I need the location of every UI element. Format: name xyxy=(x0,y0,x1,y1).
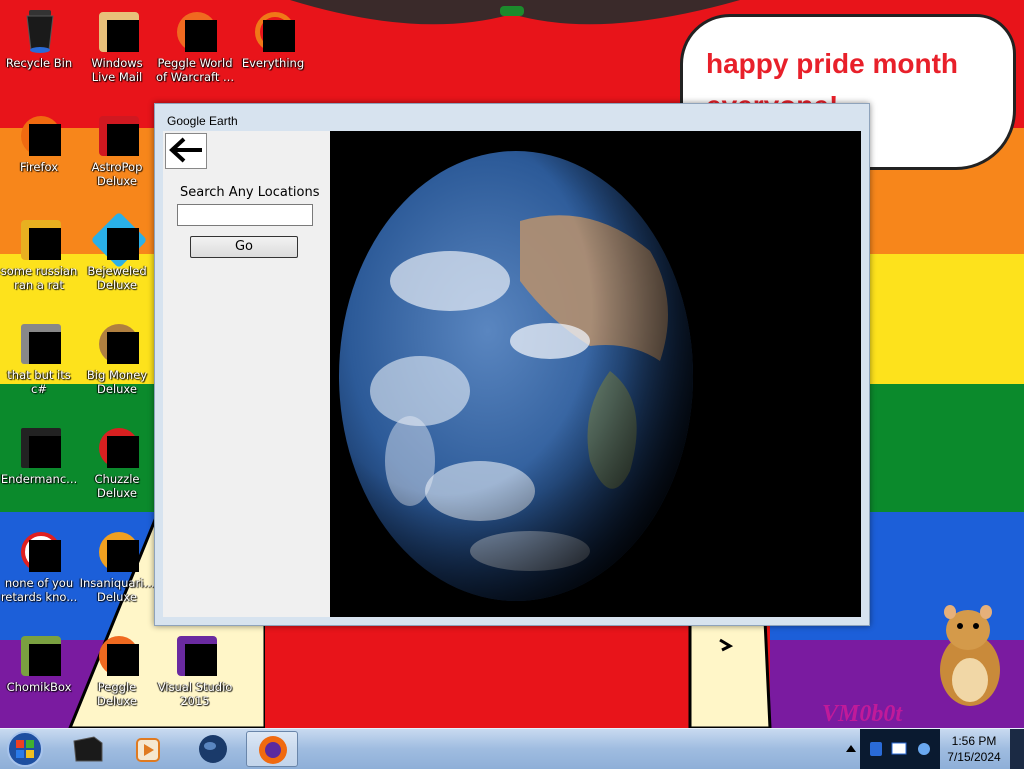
window-client-area: Search Any Locations Go xyxy=(163,131,861,617)
desktop-icon-label: Firefox xyxy=(19,160,59,174)
taskbar: 1:56 PM 7/15/2024 xyxy=(0,728,1024,769)
earth-view[interactable] xyxy=(330,131,861,617)
desktop-icon-label: ChomikBox xyxy=(6,680,72,694)
go-button[interactable]: Go xyxy=(190,236,298,258)
chomikbox-icon xyxy=(15,630,63,678)
desktop-icon-that-but-its-csharp[interactable]: that but its c# xyxy=(0,318,78,396)
visual-studio-icon xyxy=(171,630,219,678)
red-circle-icon xyxy=(15,526,63,574)
taskbar-media-player[interactable] xyxy=(122,731,174,767)
desktop-icon-everything[interactable]: Everything xyxy=(234,6,312,70)
desktop-icon-label: that but its c# xyxy=(7,368,71,396)
windows-logo-icon xyxy=(7,731,43,767)
peggle-icon xyxy=(93,630,141,678)
desktop-icon-some-russian[interactable]: some russian ran a rat xyxy=(0,214,78,292)
everything-search-icon xyxy=(249,6,297,54)
adobe-ae-icon xyxy=(15,214,63,262)
desktop-icon-label: Insaniquari... Deluxe xyxy=(79,576,155,604)
desktop-icon-chuzzle[interactable]: Chuzzle Deluxe xyxy=(78,422,156,500)
desktop-icon-firefox[interactable]: Firefox xyxy=(0,110,78,174)
recycle-bin-icon xyxy=(15,6,63,54)
system-tray xyxy=(860,729,940,769)
desktop-icon-bejeweled[interactable]: Bejeweled Deluxe xyxy=(78,211,156,292)
google-earth-window: Google Earth Search Any Locations Go xyxy=(154,103,870,626)
taskbar-earth[interactable] xyxy=(186,731,238,767)
globe-icon xyxy=(199,735,227,763)
clock-time: 1:56 PM xyxy=(951,734,997,748)
tray-network-icon xyxy=(891,742,907,755)
back-button[interactable] xyxy=(165,133,207,169)
bejeweled-icon xyxy=(90,211,148,269)
desktop-icon-label: Peggle World of Warcraft ... xyxy=(156,56,234,84)
back-arrow-icon xyxy=(169,137,202,163)
desktop-icon-label: some russian ran a rat xyxy=(0,264,78,292)
desktop-icon-label: AstroPop Deluxe xyxy=(91,160,143,188)
firefox-icon xyxy=(259,736,287,764)
big-money-icon xyxy=(93,318,141,366)
desktop-icon-label: Big Money Deluxe xyxy=(86,368,148,396)
notification-chevron-icon[interactable] xyxy=(846,741,856,755)
desktop-icon-insaniquarium[interactable]: Insaniquari... Deluxe xyxy=(78,526,156,604)
desktop-icon-label: Windows Live Mail xyxy=(91,56,143,84)
desktop-icon-label: none of you retards kno... xyxy=(0,576,78,604)
show-desktop-button[interactable] xyxy=(1010,729,1024,769)
peggle-wow-icon xyxy=(171,6,219,54)
chuzzle-icon xyxy=(93,422,141,470)
windows-live-mail-icon xyxy=(93,6,141,54)
clock-date: 7/15/2024 xyxy=(947,750,1001,764)
terminal-icon xyxy=(73,736,103,762)
media-player-icon xyxy=(136,738,160,762)
desktop-icon-peggle-wow[interactable]: Peggle World of Warcraft ... xyxy=(156,6,234,84)
window-title: Google Earth xyxy=(167,114,238,128)
desktop-icon-windows-live-mail[interactable]: Windows Live Mail xyxy=(78,6,156,84)
desktop-icon-visual-studio[interactable]: Visual Studio 2015 xyxy=(156,630,234,708)
desktop-icon-label: Bejeweled Deluxe xyxy=(87,264,147,292)
desktop-icon-recycle-bin[interactable]: Recycle Bin xyxy=(0,6,78,70)
earth-globe-image xyxy=(339,151,693,601)
tray-shield-icon xyxy=(870,742,882,756)
desktop-icon-peggle-deluxe[interactable]: Peggle Deluxe xyxy=(78,630,156,708)
hamster-image xyxy=(940,605,1000,706)
windows-stack-icon xyxy=(15,318,63,366)
desktop-icon-label: Peggle Deluxe xyxy=(97,680,137,708)
desktop-icon-label: Chuzzle Deluxe xyxy=(94,472,140,500)
taskbar-firefox[interactable] xyxy=(246,731,298,767)
search-input[interactable] xyxy=(177,204,313,226)
desktop-icon-endermanc[interactable]: Endermanc... xyxy=(0,422,78,486)
desktop-icon-label: Endermanc... xyxy=(0,472,78,486)
taskbar-terminal[interactable] xyxy=(62,731,114,767)
desktop-icon-label: Visual Studio 2015 xyxy=(157,680,233,708)
insaniquarium-icon xyxy=(93,526,141,574)
desktop-icon-none-of-you[interactable]: none of you retards kno... xyxy=(0,526,78,604)
watermark-text: VM0b0t xyxy=(822,701,903,727)
desktop-icon-big-money[interactable]: Big Money Deluxe xyxy=(78,318,156,396)
tray-volume-icon xyxy=(918,743,930,755)
firefox-icon xyxy=(15,110,63,158)
desktop-icon-label: Recycle Bin xyxy=(5,56,73,70)
clock[interactable]: 1:56 PM 7/15/2024 xyxy=(942,733,1006,765)
desktop-icon-chomikbox[interactable]: ChomikBox xyxy=(0,630,78,694)
search-label: Search Any Locations xyxy=(180,185,320,200)
desktop-icon-label: Everything xyxy=(241,56,305,70)
console-icon xyxy=(15,422,63,470)
desktop-icon-astropop[interactable]: AstroPop Deluxe xyxy=(78,110,156,188)
astropop-icon xyxy=(93,110,141,158)
bubble-line-1: happy pride month xyxy=(706,48,958,79)
start-button[interactable] xyxy=(4,730,46,768)
